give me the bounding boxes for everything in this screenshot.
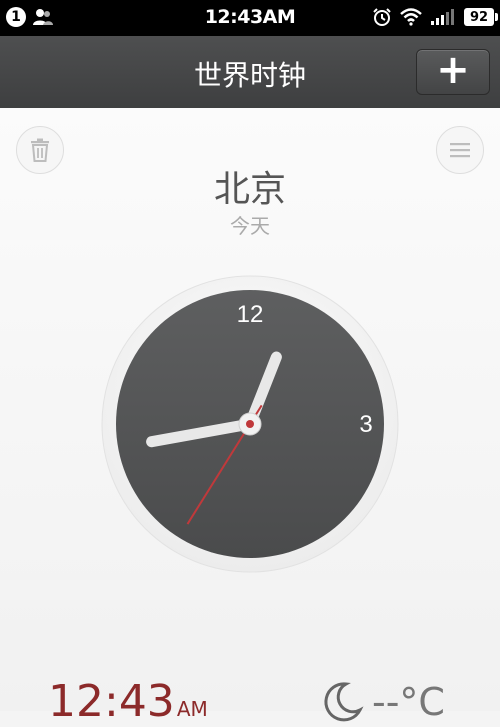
day-label: 今天 bbox=[230, 214, 270, 238]
alarm-icon bbox=[373, 8, 391, 26]
clock-label-3: 3 bbox=[359, 411, 372, 438]
analog-clock: 12 3 bbox=[100, 274, 400, 574]
status-right: 92 bbox=[372, 7, 498, 27]
weather-info: --°C bbox=[320, 680, 445, 724]
digital-time-ampm: AM bbox=[176, 697, 208, 721]
clock-label-12: 12 bbox=[237, 301, 264, 328]
digital-time: 12:43 AM bbox=[48, 676, 208, 727]
digital-time-value: 12:43 bbox=[48, 676, 175, 727]
trash-icon bbox=[31, 138, 49, 162]
add-city-button[interactable]: + bbox=[416, 49, 490, 95]
temperature: --°C bbox=[372, 680, 445, 724]
navigation-bar: 世界时钟 + bbox=[0, 36, 500, 109]
status-bar: 1 12:43AM 92 bbox=[0, 0, 500, 36]
list-icon bbox=[450, 143, 470, 158]
signal-icon bbox=[431, 9, 454, 25]
moon-icon bbox=[324, 682, 364, 722]
world-clock-card: 北京 今天 12 3 12:43 AM --°C bbox=[0, 108, 500, 727]
city-name: 北京 bbox=[213, 169, 286, 210]
clock-center-dot bbox=[246, 420, 254, 428]
wifi-icon bbox=[400, 8, 422, 26]
battery-indicator: 92 bbox=[464, 8, 498, 26]
